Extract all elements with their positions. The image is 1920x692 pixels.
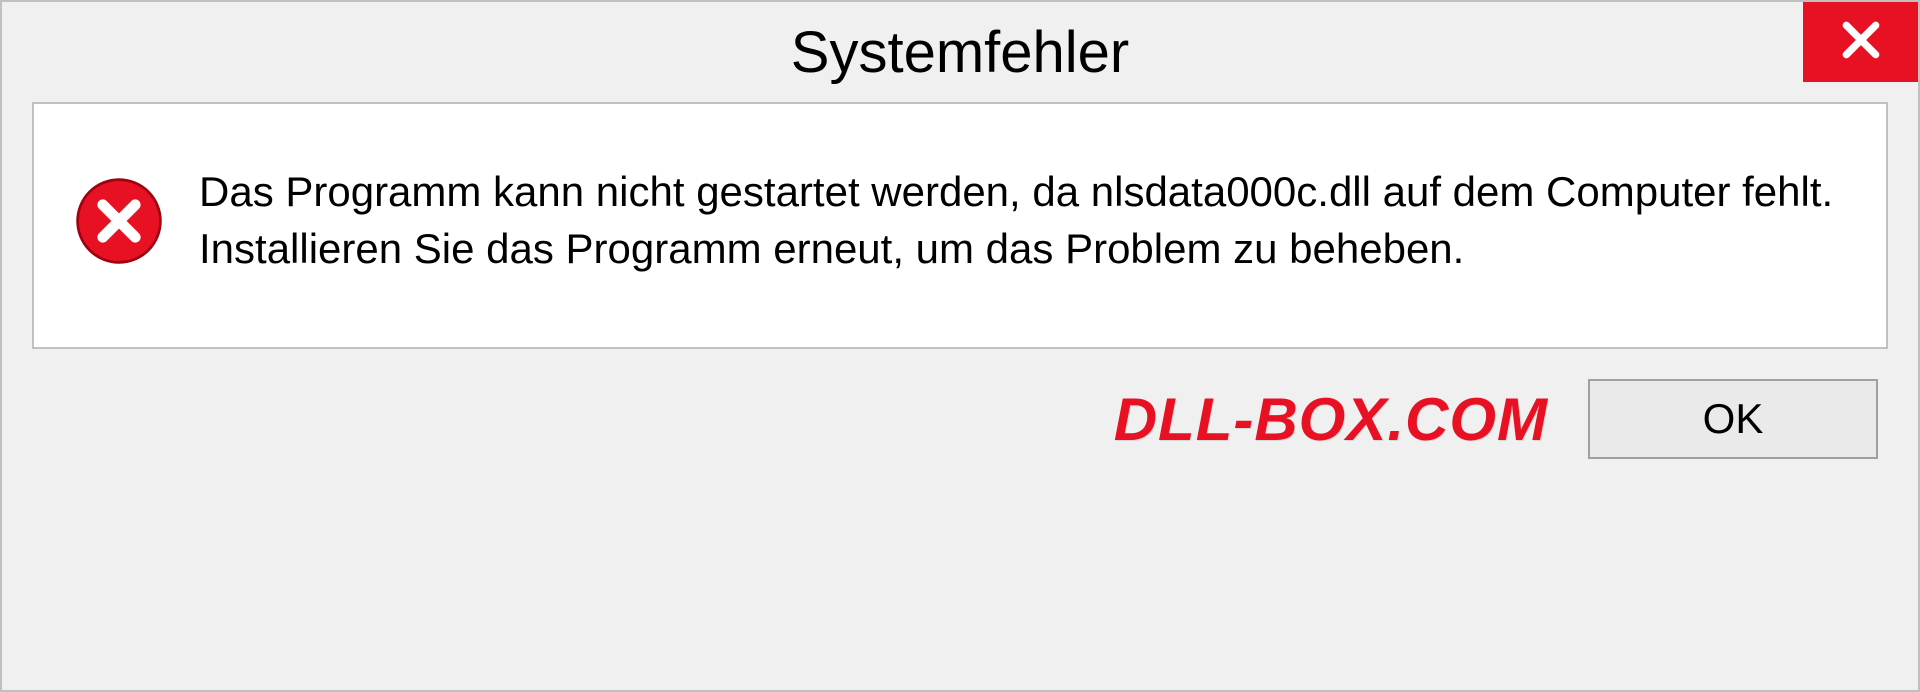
error-icon xyxy=(74,176,164,266)
ok-button[interactable]: OK xyxy=(1588,379,1878,459)
watermark-text: DLL-BOX.COM xyxy=(1114,385,1548,454)
dialog-footer: DLL-BOX.COM OK xyxy=(2,349,1918,489)
dialog-title: Systemfehler xyxy=(791,19,1129,86)
message-panel: Das Programm kann nicht gestartet werden… xyxy=(32,102,1888,349)
error-message: Das Programm kann nicht gestartet werden… xyxy=(199,164,1846,277)
close-icon xyxy=(1839,18,1883,67)
error-dialog: Systemfehler Das Programm kann nicht ges… xyxy=(0,0,1920,692)
close-button[interactable] xyxy=(1803,2,1918,82)
title-bar: Systemfehler xyxy=(2,2,1918,102)
